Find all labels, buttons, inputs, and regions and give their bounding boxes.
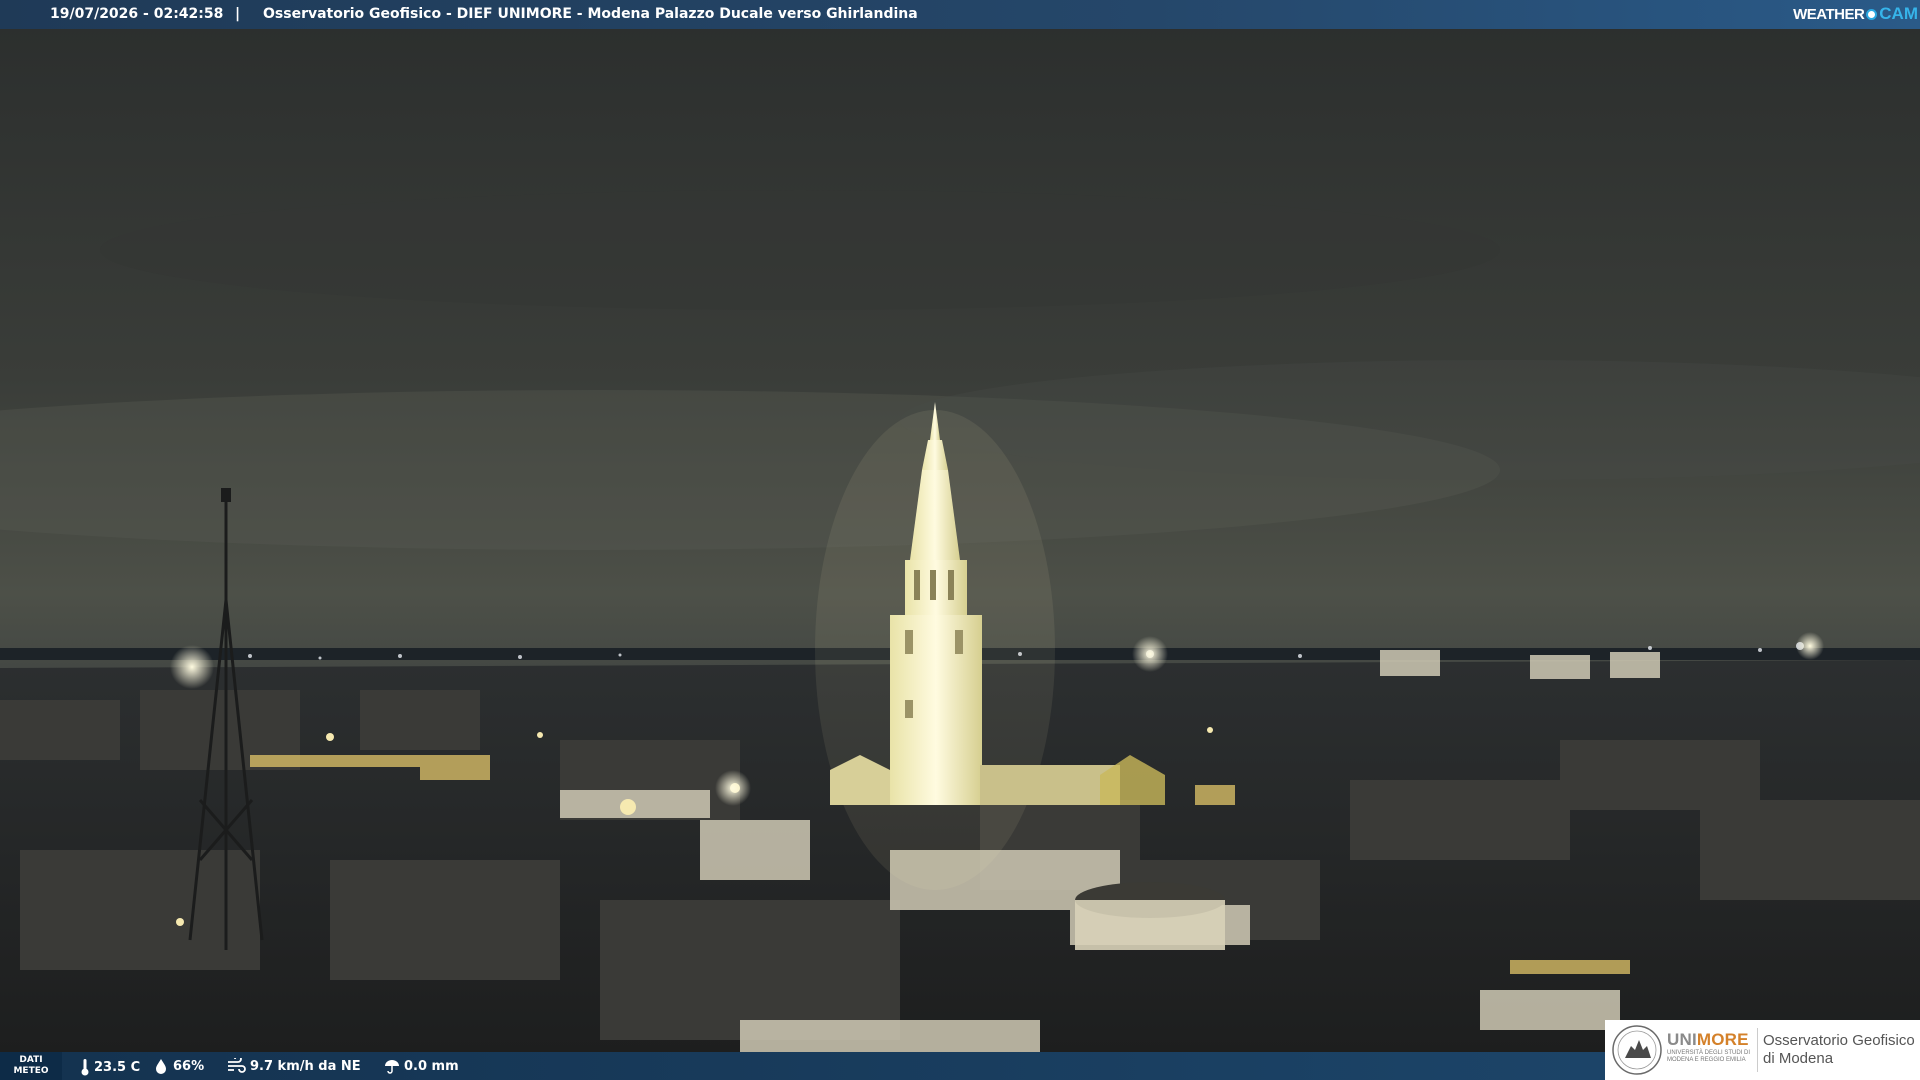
humidity-value: 66% — [173, 1058, 205, 1074]
webcam-scene — [0, 0, 1920, 1080]
observatory-name: Osservatorio Geofisico di Modena — [1763, 1032, 1915, 1068]
brand-dot-icon — [1866, 8, 1878, 20]
weather-data-bar: DATI METEO 23.5 C 66% 9.7 km/h da NE 0.0… — [0, 1052, 1605, 1080]
wind-icon — [228, 1058, 246, 1073]
brand-weather-text: WEATHER — [1793, 5, 1865, 23]
humidity-drop-icon — [156, 1059, 166, 1074]
observatory-line-1: Osservatorio Geofisico — [1763, 1032, 1915, 1049]
temperature-value: 23.5 C — [94, 1059, 141, 1075]
wind-value: 9.7 km/h da NE — [250, 1058, 361, 1074]
separator: | — [235, 6, 241, 22]
unimore-more: MORE — [1696, 1030, 1749, 1049]
wind-readout: 9.7 km/h da NE — [226, 1058, 361, 1074]
weathercam-logo: WEATHER CAM — [1793, 4, 1918, 24]
umbrella-icon — [385, 1060, 399, 1074]
temperature-readout: 23.5 C — [80, 1058, 140, 1076]
thermometer-icon — [81, 1059, 89, 1076]
unimore-uni: UNI — [1667, 1030, 1697, 1049]
dati-meteo-badge: DATI METEO — [0, 1052, 62, 1080]
rain-value: 0.0 mm — [404, 1058, 459, 1074]
camera-title: Osservatorio Geofisico - DIEF UNIMORE - … — [263, 6, 918, 22]
badge-line-1: DATI — [19, 1055, 43, 1065]
rain-readout: 0.0 mm — [384, 1058, 459, 1074]
unimore-wordmark: UNIMORE — [1667, 1030, 1749, 1050]
top-caption-bar: 19/07/2026 - 02:42:58 | Osservatorio Geo… — [0, 0, 1920, 29]
logo-divider — [1757, 1028, 1758, 1072]
badge-line-2: METEO — [13, 1066, 49, 1076]
humidity-readout: 66% — [153, 1058, 204, 1074]
unimore-seal-icon — [1612, 1025, 1662, 1075]
university-subtitle: UNIVERSITÀ DEGLI STUDI DI MODENA E REGGI… — [1667, 1050, 1751, 1063]
brand-cam-text: CAM — [1879, 4, 1918, 23]
unimore-logo-panel: UNIMORE UNIVERSITÀ DEGLI STUDI DI MODENA… — [1605, 1020, 1920, 1080]
timestamp: 19/07/2026 - 02:42:58 — [50, 6, 224, 22]
observatory-line-2: di Modena — [1763, 1050, 1834, 1067]
